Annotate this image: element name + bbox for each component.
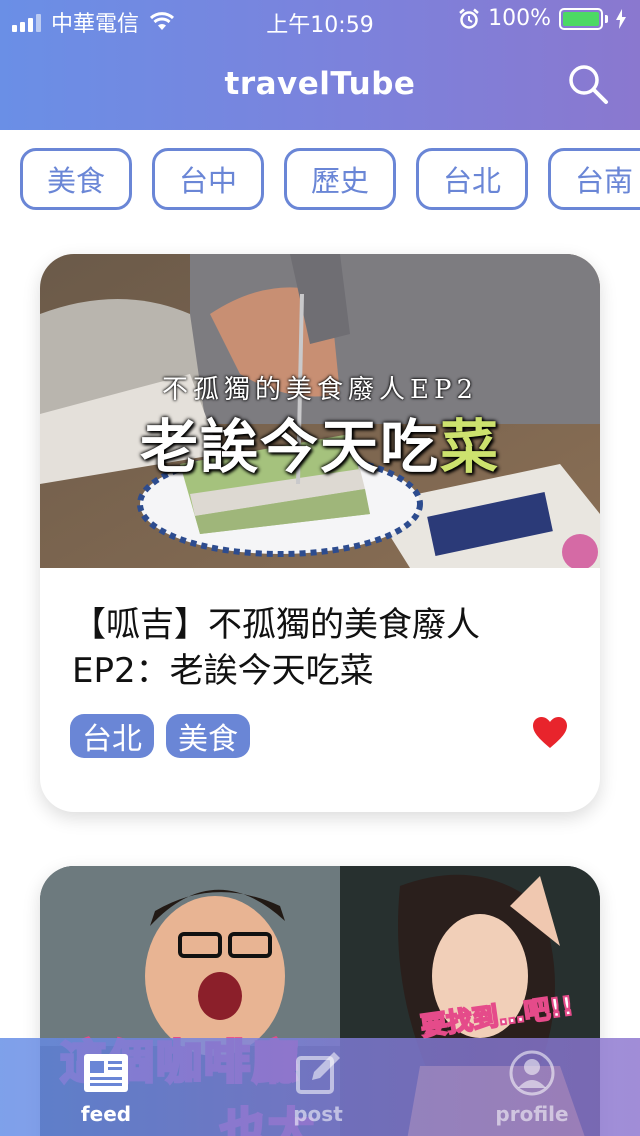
- category-chips: 美食 台中 歷史 台北 台南: [20, 148, 640, 210]
- tab-post[interactable]: post: [248, 1038, 388, 1136]
- chip-taipei[interactable]: 台北: [416, 148, 528, 210]
- heart-icon[interactable]: [532, 716, 568, 750]
- alarm-icon: [459, 8, 479, 29]
- app-header: 中華電信 上午10:59 100% travelTube: [0, 0, 640, 130]
- app-title: travelTube: [224, 66, 416, 102]
- status-bar: 中華電信 上午10:59 100%: [0, 0, 640, 40]
- compose-icon: [296, 1052, 340, 1094]
- video-tags: 台北 美食: [70, 714, 250, 758]
- status-right: 100%: [458, 6, 626, 31]
- video-title[interactable]: 【呱吉】不孤獨的美食廢人EP2：老誒今天吃菜: [72, 602, 572, 694]
- tab-feed-label: feed: [80, 1102, 132, 1126]
- chip-taichung[interactable]: 台中: [152, 148, 264, 210]
- tab-profile-label: profile: [495, 1102, 569, 1126]
- tab-profile[interactable]: profile: [462, 1038, 602, 1136]
- thumbnail-headline-highlight: 菜: [440, 413, 501, 481]
- battery-percent: 100%: [488, 6, 551, 31]
- search-icon[interactable]: [566, 62, 610, 106]
- chip-history[interactable]: 歷史: [284, 148, 396, 210]
- thumbnail-headline: 老誒今天吃菜: [40, 400, 600, 484]
- battery-icon: [559, 7, 608, 30]
- tag-badge[interactable]: 美食: [166, 714, 250, 758]
- tab-post-label: post: [293, 1102, 343, 1126]
- video-thumbnail[interactable]: 不孤獨的美食廢人EP2 老誒今天吃菜: [40, 254, 600, 568]
- user-icon: [509, 1050, 555, 1096]
- video-card[interactable]: 不孤獨的美食廢人EP2 老誒今天吃菜 【呱吉】不孤獨的美食廢人EP2：老誒今天吃…: [40, 254, 600, 812]
- tag-badge[interactable]: 台北: [70, 714, 154, 758]
- tab-bar: feed post profile: [0, 1038, 640, 1136]
- thumbnail-headline-main: 老誒今天吃: [139, 413, 440, 481]
- chip-food[interactable]: 美食: [20, 148, 132, 210]
- chip-tainan[interactable]: 台南: [548, 148, 640, 210]
- newspaper-icon: [84, 1054, 128, 1092]
- charging-bolt-icon: [616, 8, 626, 29]
- tab-feed[interactable]: feed: [36, 1038, 176, 1136]
